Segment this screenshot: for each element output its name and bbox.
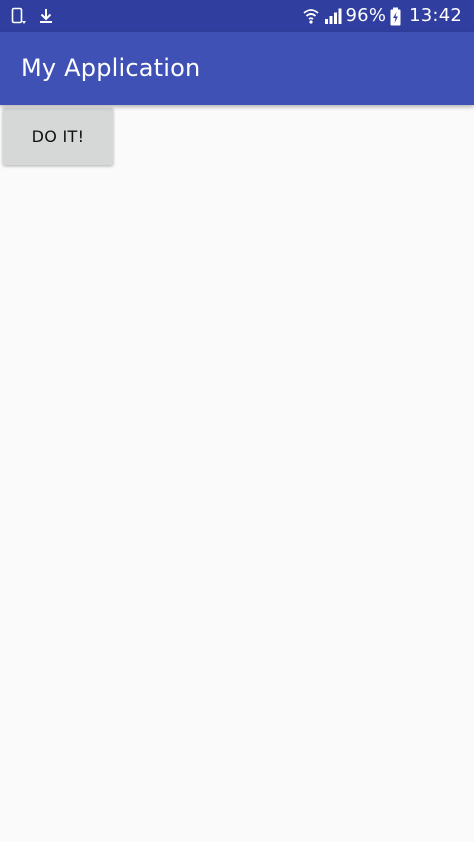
battery-charging-icon	[390, 7, 401, 26]
battery-percent: 96%	[345, 5, 387, 26]
app-title: My Application	[21, 54, 201, 82]
main-content: DO IT!	[0, 105, 474, 842]
signal-icon	[324, 7, 342, 25]
clock-time: 13:42	[409, 5, 462, 26]
screen-rotate-icon	[11, 7, 27, 25]
wifi-icon	[302, 7, 320, 25]
download-icon	[39, 8, 53, 24]
status-right-icons: 96% 13:42	[302, 0, 462, 32]
app-bar: My Application	[0, 32, 474, 105]
status-bar: 96% 13:42	[0, 0, 474, 32]
status-left-icons	[11, 7, 53, 25]
do-it-button[interactable]: DO IT!	[3, 108, 113, 165]
